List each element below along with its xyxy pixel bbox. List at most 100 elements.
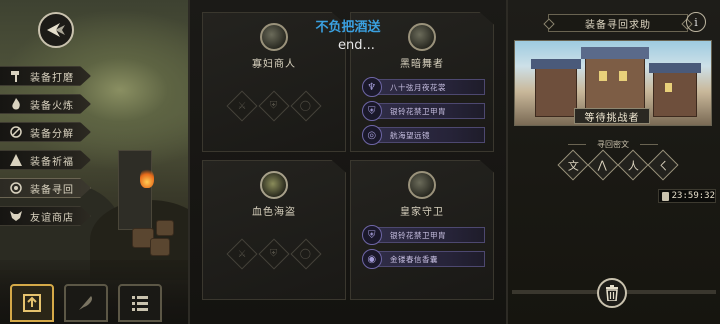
status-banner: 等待挑战者 xyxy=(574,108,650,124)
nav-item-label: 装备火炼 xyxy=(30,100,74,112)
reward-item[interactable]: ⛨ 银铃花禁卫甲胄 xyxy=(362,101,485,121)
info-icon: i xyxy=(694,15,698,29)
side-nav: 装备打磨 装备火炼 装备分解 装备祈福 装备寻回 友谊商店 xyxy=(0,66,100,234)
overlay-title: 不负把酒送 xyxy=(315,20,381,35)
help-panel-title: 装备寻回求助 xyxy=(585,19,651,31)
armor-icon: ⛨ xyxy=(362,225,382,245)
timer-value: 23:59:32 xyxy=(671,191,715,201)
nav-item-retrieve[interactable]: 装备寻回 xyxy=(0,178,91,198)
card-blood-pirate[interactable]: 血色海盗 ⚔ ⛨ ◯ xyxy=(202,160,346,300)
accessory-slot: ◯ xyxy=(290,238,322,270)
hourglass-icon xyxy=(662,191,669,201)
flame-icon xyxy=(9,97,22,111)
status-text: 等待挑战者 xyxy=(584,112,640,124)
barrel xyxy=(150,238,170,256)
nav-item-polish[interactable]: 装备打磨 xyxy=(0,66,91,86)
barrel xyxy=(156,220,174,236)
delete-button[interactable] xyxy=(597,278,627,308)
nav-item-friend-shop[interactable]: 友谊商店 xyxy=(0,206,91,226)
nav-item-label: 装备寻回 xyxy=(30,184,74,196)
weapon-slot: ⚔ xyxy=(226,238,258,270)
card-name: 皇家守卫 xyxy=(400,207,444,218)
help-panel: 装备寻回求助 i 等待挑战者 寻回密文 文 ⋀ 人 ㄑ 23:59:32 xyxy=(508,0,720,324)
nav-item-dismantle[interactable]: 装备分解 xyxy=(0,122,91,142)
retrieve-icon xyxy=(9,181,22,195)
sachet-icon: ◉ xyxy=(362,249,382,269)
rune-slot[interactable]: ⋀ xyxy=(587,149,619,181)
rune-slot[interactable]: 人 xyxy=(617,149,649,181)
reward-list: ⛨ 银铃花禁卫甲胄 ◉ 金镂春信香囊 xyxy=(361,225,485,275)
rune-glyph: ⋀ xyxy=(598,158,608,172)
blood-pirate-portrait xyxy=(260,171,288,199)
countdown-timer: 23:59:32 xyxy=(658,189,716,203)
telescope-icon: ◎ xyxy=(362,125,382,145)
building-roof xyxy=(531,59,581,69)
ring-icon: ◯ xyxy=(300,100,312,112)
reward-name: 银铃花禁卫甲胄 xyxy=(390,106,446,116)
weapon-slot: ⚔ xyxy=(226,90,258,122)
nav-item-forge[interactable]: 装备火炼 xyxy=(0,94,91,114)
ring-icon: ◯ xyxy=(300,248,312,260)
rune-glyph: 人 xyxy=(627,159,639,172)
building xyxy=(535,67,577,117)
card-name: 黑暗舞者 xyxy=(400,59,444,70)
royal-guard-portrait xyxy=(408,171,436,199)
list-icon xyxy=(132,296,148,311)
dismantle-icon xyxy=(9,125,22,139)
armor-slot: ⛨ xyxy=(258,238,290,270)
window xyxy=(599,71,607,81)
rune-row: 文 ⋀ 人 ㄑ xyxy=(557,149,679,181)
nav-item-label: 装备打磨 xyxy=(30,72,74,84)
building-roof xyxy=(581,47,649,59)
accessory-slot: ◯ xyxy=(290,90,322,122)
back-button[interactable] xyxy=(38,12,74,48)
nav-item-label: 友谊商店 xyxy=(30,212,74,224)
reward-item[interactable]: ◉ 金镂春信香囊 xyxy=(362,249,485,269)
window xyxy=(619,71,627,81)
card-name: 血色海盗 xyxy=(252,207,296,218)
scene-background: 装备打磨 装备火炼 装备分解 装备祈福 装备寻回 友谊商店 xyxy=(0,0,188,324)
trash-icon xyxy=(606,285,618,301)
rune-slot[interactable]: 文 xyxy=(557,149,589,181)
armor-icon: ⛨ xyxy=(270,248,278,260)
building xyxy=(653,71,697,117)
nav-item-bless[interactable]: 装备祈福 xyxy=(0,150,91,170)
brazier-fire xyxy=(140,168,154,188)
info-button[interactable]: i xyxy=(686,12,706,32)
dress-icon: ♆ xyxy=(362,77,382,97)
list-tab-button[interactable] xyxy=(118,284,162,322)
rune-glyph: 文 xyxy=(567,159,579,172)
reward-name: 航海望远镜 xyxy=(390,130,430,140)
retrieve-board: 寡妇商人 ⚔ ⛨ ◯ 黑暗舞者 ♆ 八十弦月夜花裳 ⛨ 银铃花禁卫甲胄 ◎ 航海… xyxy=(188,0,508,324)
empty-slot-row: ⚔ ⛨ ◯ xyxy=(203,90,345,122)
feather-tab-button[interactable] xyxy=(64,284,108,322)
building-roof xyxy=(649,63,701,73)
fox-icon xyxy=(9,210,22,223)
blessing-icon xyxy=(9,153,22,167)
hammer-icon xyxy=(9,70,22,83)
reward-list: ♆ 八十弦月夜花裳 ⛨ 银铃花禁卫甲胄 ◎ 航海望远镜 xyxy=(361,77,485,151)
overlay-subtitle: end... xyxy=(338,38,375,53)
reward-item[interactable]: ◎ 航海望远镜 xyxy=(362,125,485,145)
feather-icon xyxy=(79,296,93,310)
card-royal-guard[interactable]: 皇家守卫 ⛨ 银铃花禁卫甲胄 ◉ 金镂春信香囊 xyxy=(350,160,494,300)
reward-item[interactable]: ⛨ 银铃花禁卫甲胄 xyxy=(362,225,485,245)
sword-icon: ⚔ xyxy=(237,100,247,112)
reward-name: 银铃花禁卫甲胄 xyxy=(390,230,446,240)
upload-icon xyxy=(23,294,41,312)
empty-slot-row: ⚔ ⛨ ◯ xyxy=(203,238,345,270)
armor-slot: ⛨ xyxy=(258,90,290,122)
reward-item[interactable]: ♆ 八十弦月夜花裳 xyxy=(362,77,485,97)
back-arrow-icon xyxy=(47,23,65,37)
secret-code-label: 寻回密文 xyxy=(568,139,658,150)
rune-slot[interactable]: ㄑ xyxy=(647,149,679,181)
armor-icon: ⛨ xyxy=(362,101,382,121)
upload-tab-button[interactable] xyxy=(10,284,54,322)
reward-name: 八十弦月夜花裳 xyxy=(390,82,446,92)
nav-item-label: 装备祈福 xyxy=(30,156,74,168)
help-panel-header: 装备寻回求助 xyxy=(548,14,688,32)
rune-glyph: ㄑ xyxy=(657,159,669,172)
card-name: 寡妇商人 xyxy=(252,59,296,70)
bottom-tab-bar xyxy=(10,284,162,322)
armor-icon: ⛨ xyxy=(270,100,278,112)
